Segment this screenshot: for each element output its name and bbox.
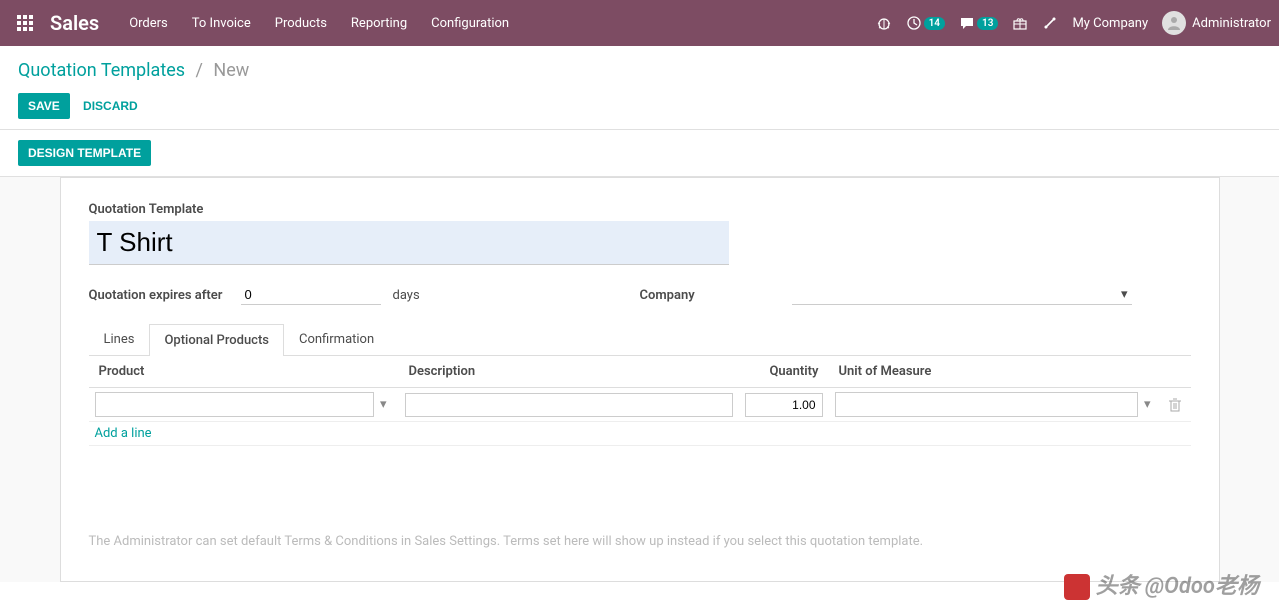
delete-row-button[interactable]: [1163, 388, 1191, 422]
chevron-down-icon[interactable]: ▾: [374, 397, 393, 412]
save-button[interactable]: SAVE: [18, 93, 70, 119]
trash-icon: [1169, 398, 1181, 412]
expires-input[interactable]: [241, 285, 381, 305]
company-select[interactable]: ▾: [792, 285, 1132, 305]
nav-reporting[interactable]: Reporting: [341, 8, 417, 39]
description-input[interactable]: [405, 393, 733, 417]
tab-confirmation[interactable]: Confirmation: [284, 323, 389, 355]
col-product: Product: [89, 356, 399, 388]
template-name-input[interactable]: [89, 221, 729, 265]
chevron-down-icon[interactable]: ▾: [1138, 397, 1157, 412]
apps-icon: [17, 15, 33, 31]
breadcrumb: Quotation Templates / New: [18, 60, 1261, 81]
activities-button[interactable]: 14: [906, 15, 945, 31]
app-brand[interactable]: Sales: [50, 11, 99, 35]
company-switcher[interactable]: My Company: [1072, 16, 1148, 31]
nav-configuration[interactable]: Configuration: [421, 8, 519, 39]
clock-icon: [906, 15, 922, 31]
person-icon: [1166, 15, 1182, 31]
col-uom: Unit of Measure: [829, 356, 1163, 388]
gift-button[interactable]: [1012, 15, 1028, 31]
title-label: Quotation Template: [89, 202, 1191, 217]
messages-badge: 13: [977, 17, 998, 30]
watermark: 头条 @Odoo老杨: [1064, 568, 1259, 600]
apps-button[interactable]: [8, 6, 42, 40]
expires-unit: days: [393, 288, 420, 303]
design-template-button[interactable]: DESIGN TEMPLATE: [18, 140, 151, 166]
table-row: ▾ ▾: [89, 388, 1191, 422]
product-input[interactable]: [95, 392, 374, 417]
quantity-input[interactable]: [745, 393, 823, 417]
nav-products[interactable]: Products: [265, 8, 337, 39]
breadcrumb-parent[interactable]: Quotation Templates: [18, 60, 185, 81]
col-description: Description: [399, 356, 739, 388]
breadcrumb-current: New: [213, 60, 249, 81]
chevron-down-icon: ▾: [1121, 287, 1128, 302]
expires-label: Quotation expires after: [89, 288, 229, 303]
debug-icon[interactable]: [876, 15, 892, 31]
user-menu[interactable]: Administrator: [1162, 11, 1271, 35]
tab-optional-products[interactable]: Optional Products: [149, 324, 284, 356]
company-label: Company: [640, 288, 780, 303]
nav-to-invoice[interactable]: To Invoice: [182, 8, 261, 39]
terms-placeholder: The Administrator can set default Terms …: [89, 526, 1191, 557]
nav-orders[interactable]: Orders: [119, 8, 178, 39]
messages-button[interactable]: 13: [959, 15, 998, 31]
uom-input[interactable]: [835, 392, 1138, 417]
user-name: Administrator: [1192, 16, 1271, 31]
wrench-icon: [1042, 15, 1058, 31]
discard-button[interactable]: DISCARD: [73, 93, 148, 119]
chat-icon: [959, 15, 975, 31]
gift-icon: [1012, 15, 1028, 31]
add-line-button[interactable]: Add a line: [89, 422, 1191, 446]
tools-button[interactable]: [1042, 15, 1058, 31]
activities-badge: 14: [924, 17, 945, 30]
avatar: [1162, 11, 1186, 35]
col-quantity: Quantity: [739, 356, 829, 388]
bug-icon: [876, 15, 892, 31]
tab-lines[interactable]: Lines: [89, 323, 150, 355]
